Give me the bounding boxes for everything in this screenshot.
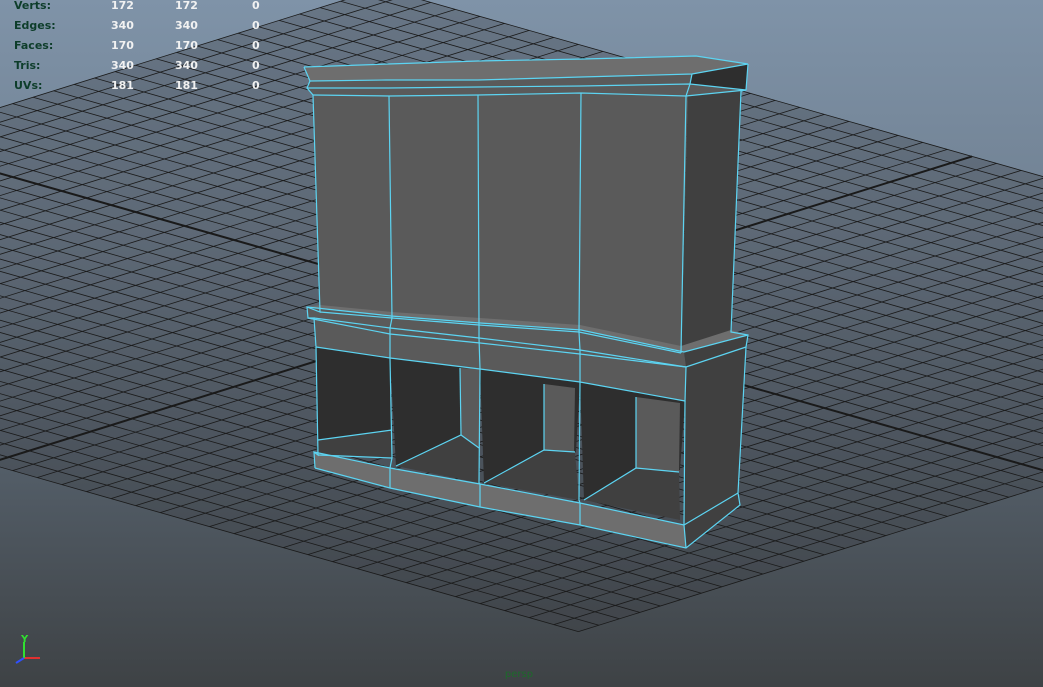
hud-c3: 0 xyxy=(252,79,260,92)
hud-c2: 172 xyxy=(175,0,198,12)
hud-c2: 170 xyxy=(175,39,198,52)
z-axis-line xyxy=(15,657,25,664)
hud-c1: 170 xyxy=(111,39,134,52)
hud-row: UVs: 181 181 0 xyxy=(14,80,274,100)
hud-row: Verts: 172 172 0 xyxy=(14,0,274,20)
hud-c2: 181 xyxy=(175,79,198,92)
y-axis-label: Y xyxy=(20,634,29,645)
hud-c3: 0 xyxy=(252,19,260,32)
hud-c2: 340 xyxy=(175,19,198,32)
hud-label: Tris: xyxy=(14,59,41,72)
poly-count-hud: Verts: 172 172 0 Edges: 340 340 0 Faces: 170 170 0 T… xyxy=(14,0,274,100)
hud-c1: 340 xyxy=(111,59,134,72)
hud-row: Faces: 170 170 0 xyxy=(14,40,274,60)
camera-name-label: persp xyxy=(504,669,534,680)
cubby-3-inner xyxy=(544,384,575,452)
upper-panel-2 xyxy=(389,95,479,325)
hud-c1: 340 xyxy=(111,19,134,32)
hud-label: Faces: xyxy=(14,39,54,52)
hud-label: Verts: xyxy=(14,0,52,12)
hud-label: UVs: xyxy=(14,79,43,92)
upper-panel-4 xyxy=(579,91,688,353)
upper-panel-3 xyxy=(478,93,581,332)
hud-label: Edges: xyxy=(14,19,56,32)
hud-c1: 172 xyxy=(111,0,134,12)
hud-c3: 0 xyxy=(252,59,260,72)
perspective-viewport[interactable]: Verts: 172 172 0 Edges: 340 340 0 Faces: 170 170 0 T… xyxy=(0,0,1043,687)
hud-row: Edges: 340 340 0 xyxy=(14,20,274,40)
cubby-4-inner xyxy=(636,397,680,472)
upper-panel-1 xyxy=(313,95,392,318)
hud-c3: 0 xyxy=(252,39,260,52)
hud-c3: 0 xyxy=(252,0,260,12)
axis-gizmo: Y xyxy=(15,634,40,664)
scene-canvas[interactable] xyxy=(0,0,1043,687)
hud-c2: 340 xyxy=(175,59,198,72)
hud-row: Tris: 340 340 0 xyxy=(14,60,274,80)
hud-c1: 181 xyxy=(111,79,134,92)
